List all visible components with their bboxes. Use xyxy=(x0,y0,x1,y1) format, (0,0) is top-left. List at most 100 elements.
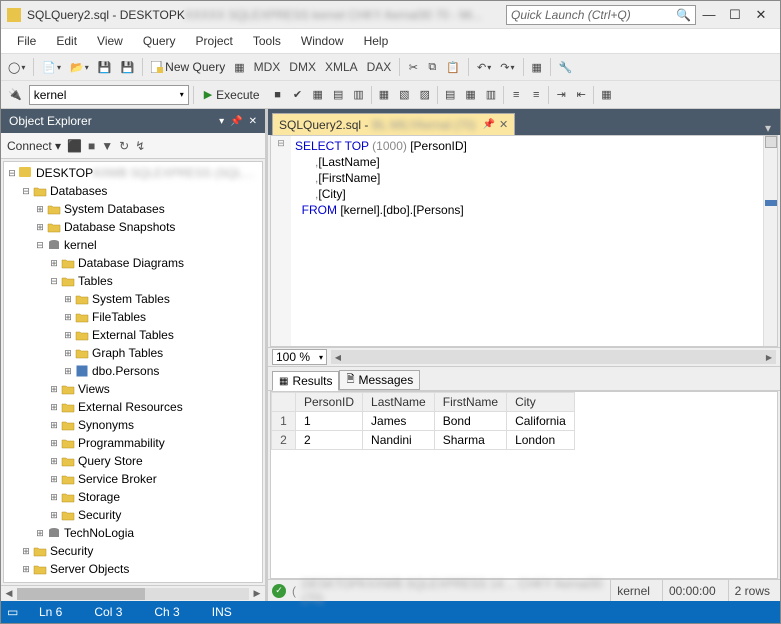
tab-sqlquery2[interactable]: SQLQuery2.sql - BL MILYAernal (70) 📌 ✕ xyxy=(272,113,515,135)
specify-values-icon[interactable]: ▦ xyxy=(598,85,614,105)
tree-external-resources[interactable]: ⊞External Resources xyxy=(4,398,262,416)
dmx-icon[interactable]: DMX xyxy=(286,57,319,77)
open-button[interactable]: 📂▾ xyxy=(67,57,92,77)
db-engine-query-icon[interactable]: ▦ xyxy=(231,57,247,77)
col-lastname[interactable]: LastName xyxy=(363,393,435,412)
stop-button[interactable]: ■ xyxy=(270,85,286,105)
new-item-button[interactable]: 📄▾ xyxy=(39,57,64,77)
tree-database-snapshots[interactable]: ⊞Database Snapshots xyxy=(4,218,262,236)
dax-icon[interactable]: DAX xyxy=(364,57,395,77)
results-file-icon[interactable]: ▥ xyxy=(483,85,499,105)
close-button[interactable]: ✕ xyxy=(748,7,774,23)
editor-hscrollbar[interactable]: ◀▶ xyxy=(331,350,776,364)
tab-pin-icon[interactable]: 📌 xyxy=(483,119,495,130)
menu-window[interactable]: Window xyxy=(291,31,354,51)
tree-server-objects[interactable]: ⊞Server Objects xyxy=(4,560,262,578)
code-collapse-icon[interactable]: ⊟ xyxy=(271,138,291,149)
menu-project[interactable]: Project xyxy=(186,31,243,51)
tree-query-store[interactable]: ⊞Query Store xyxy=(4,452,262,470)
tree-technologia-db[interactable]: ⊞TechNoLogia xyxy=(4,524,262,542)
menu-help[interactable]: Help xyxy=(354,31,399,51)
query-options-icon[interactable]: ▤ xyxy=(330,85,346,105)
quick-launch-input[interactable]: Quick Launch (Ctrl+Q) 🔍 xyxy=(506,5,696,25)
zoom-combo[interactable]: 100 %▾ xyxy=(272,349,327,365)
connect-button[interactable]: Connect ▾ xyxy=(7,139,61,153)
split-handle-icon[interactable] xyxy=(765,136,777,148)
oe-pin-icon[interactable]: 📌 xyxy=(230,116,242,127)
col-personid[interactable]: PersonID xyxy=(296,393,363,412)
parse-button[interactable]: ✔ xyxy=(290,85,306,105)
live-stats-icon[interactable]: ▧ xyxy=(396,85,412,105)
tree-graph-tables[interactable]: ⊞Graph Tables xyxy=(4,344,262,362)
maximize-button[interactable]: ☐ xyxy=(722,7,748,23)
oe-stop-icon[interactable]: ■ xyxy=(88,139,95,153)
undo-button[interactable]: ↶▾ xyxy=(474,57,494,77)
indent-icon[interactable]: ⇥ xyxy=(553,85,569,105)
oe-sync-icon[interactable]: ↯ xyxy=(135,139,145,153)
tree-filetables[interactable]: ⊞FileTables xyxy=(4,308,262,326)
cut-icon[interactable]: ✂ xyxy=(405,57,421,77)
save-all-button[interactable]: 💾 xyxy=(117,57,137,77)
menu-file[interactable]: File xyxy=(7,31,46,51)
tree-tables[interactable]: ⊟Tables xyxy=(4,272,262,290)
tab-messages[interactable]: 🗎Messages xyxy=(339,370,420,390)
execute-button[interactable]: ▶Execute xyxy=(198,88,266,102)
xmla-icon[interactable]: XMLA xyxy=(322,57,361,77)
comment-icon[interactable]: ≡ xyxy=(508,85,524,105)
tree-system-databases[interactable]: ⊞System Databases xyxy=(4,200,262,218)
toolbar-extra-icon[interactable]: 🔧 xyxy=(556,57,576,77)
client-stats-icon[interactable]: ▨ xyxy=(417,85,433,105)
redo-button[interactable]: ↷▾ xyxy=(497,57,517,77)
uncomment-icon[interactable]: ≡ xyxy=(528,85,544,105)
object-explorer-tree[interactable]: ⊟DESKTOPKIIWB SQLEXPRESS (SQL… ⊟Database… xyxy=(3,161,263,583)
tree-databases[interactable]: ⊟Databases xyxy=(4,182,262,200)
save-button[interactable]: 💾 xyxy=(95,57,115,77)
oe-disconnect-icon[interactable]: ⬛ xyxy=(67,139,82,153)
activity-monitor-icon[interactable]: ▦ xyxy=(529,57,545,77)
oe-hscrollbar[interactable]: ◀▶ xyxy=(1,585,265,601)
table-row[interactable]: 1 1 James Bond California xyxy=(272,412,575,431)
tree-synonyms[interactable]: ⊞Synonyms xyxy=(4,416,262,434)
tree-programmability[interactable]: ⊞Programmability xyxy=(4,434,262,452)
oe-filter-icon[interactable]: ▼ xyxy=(101,139,113,153)
tree-storage[interactable]: ⊞Storage xyxy=(4,488,262,506)
sql-code[interactable]: SELECT TOP (1000) [PersonID] ,,[LastName… xyxy=(291,136,763,346)
intellisense-icon[interactable]: ▥ xyxy=(350,85,366,105)
new-query-button[interactable]: New Query xyxy=(148,57,228,77)
tree-kernel-db[interactable]: ⊟kernel xyxy=(4,236,262,254)
results-text-icon[interactable]: ▤ xyxy=(442,85,458,105)
table-row[interactable]: 2 2 Nandini Sharma London xyxy=(272,431,575,450)
mdx-icon[interactable]: MDX xyxy=(251,57,284,77)
col-firstname[interactable]: FirstName xyxy=(434,393,506,412)
actual-plan-icon[interactable]: ▦ xyxy=(376,85,392,105)
paste-icon[interactable]: 📋 xyxy=(443,57,463,77)
nav-back-button[interactable]: ◯▾ xyxy=(5,57,28,77)
tree-service-broker[interactable]: ⊞Service Broker xyxy=(4,470,262,488)
results-grid-icon[interactable]: ▦ xyxy=(462,85,478,105)
oe-refresh-icon[interactable]: ↻ xyxy=(119,139,129,153)
results-grid[interactable]: PersonID LastName FirstName City 1 1 Jam… xyxy=(270,391,778,579)
menu-query[interactable]: Query xyxy=(133,31,186,51)
tree-database-diagrams[interactable]: ⊞Database Diagrams xyxy=(4,254,262,272)
tab-results[interactable]: ▦Results xyxy=(272,371,339,391)
tree-external-tables[interactable]: ⊞External Tables xyxy=(4,326,262,344)
tree-server-node[interactable]: ⊟DESKTOPKIIWB SQLEXPRESS (SQL… xyxy=(4,164,262,182)
oe-dropdown-icon[interactable]: ▾ xyxy=(219,116,224,127)
estimated-plan-icon[interactable]: ▦ xyxy=(310,85,326,105)
outdent-icon[interactable]: ⇤ xyxy=(573,85,589,105)
tree-system-tables[interactable]: ⊞System Tables xyxy=(4,290,262,308)
minimize-button[interactable]: — xyxy=(696,7,722,22)
sql-editor[interactable]: ⊟ SELECT TOP (1000) [PersonID] ,,[LastNa… xyxy=(270,135,778,347)
tree-dbo-persons[interactable]: ⊞dbo.Persons xyxy=(4,362,262,380)
menu-view[interactable]: View xyxy=(87,31,133,51)
menu-tools[interactable]: Tools xyxy=(243,31,291,51)
change-connection-icon[interactable]: 🔌 xyxy=(5,85,25,105)
oe-close-icon[interactable]: ✕ xyxy=(249,116,257,127)
database-combo[interactable]: kernel ▾ xyxy=(29,85,189,105)
col-city[interactable]: City xyxy=(507,393,575,412)
tree-security[interactable]: ⊞Security xyxy=(4,542,262,560)
tab-overflow-icon[interactable]: ▾ xyxy=(760,121,776,135)
menu-edit[interactable]: Edit xyxy=(46,31,87,51)
cell-selected[interactable]: 1 xyxy=(296,412,363,431)
col-rownum[interactable] xyxy=(272,393,296,412)
